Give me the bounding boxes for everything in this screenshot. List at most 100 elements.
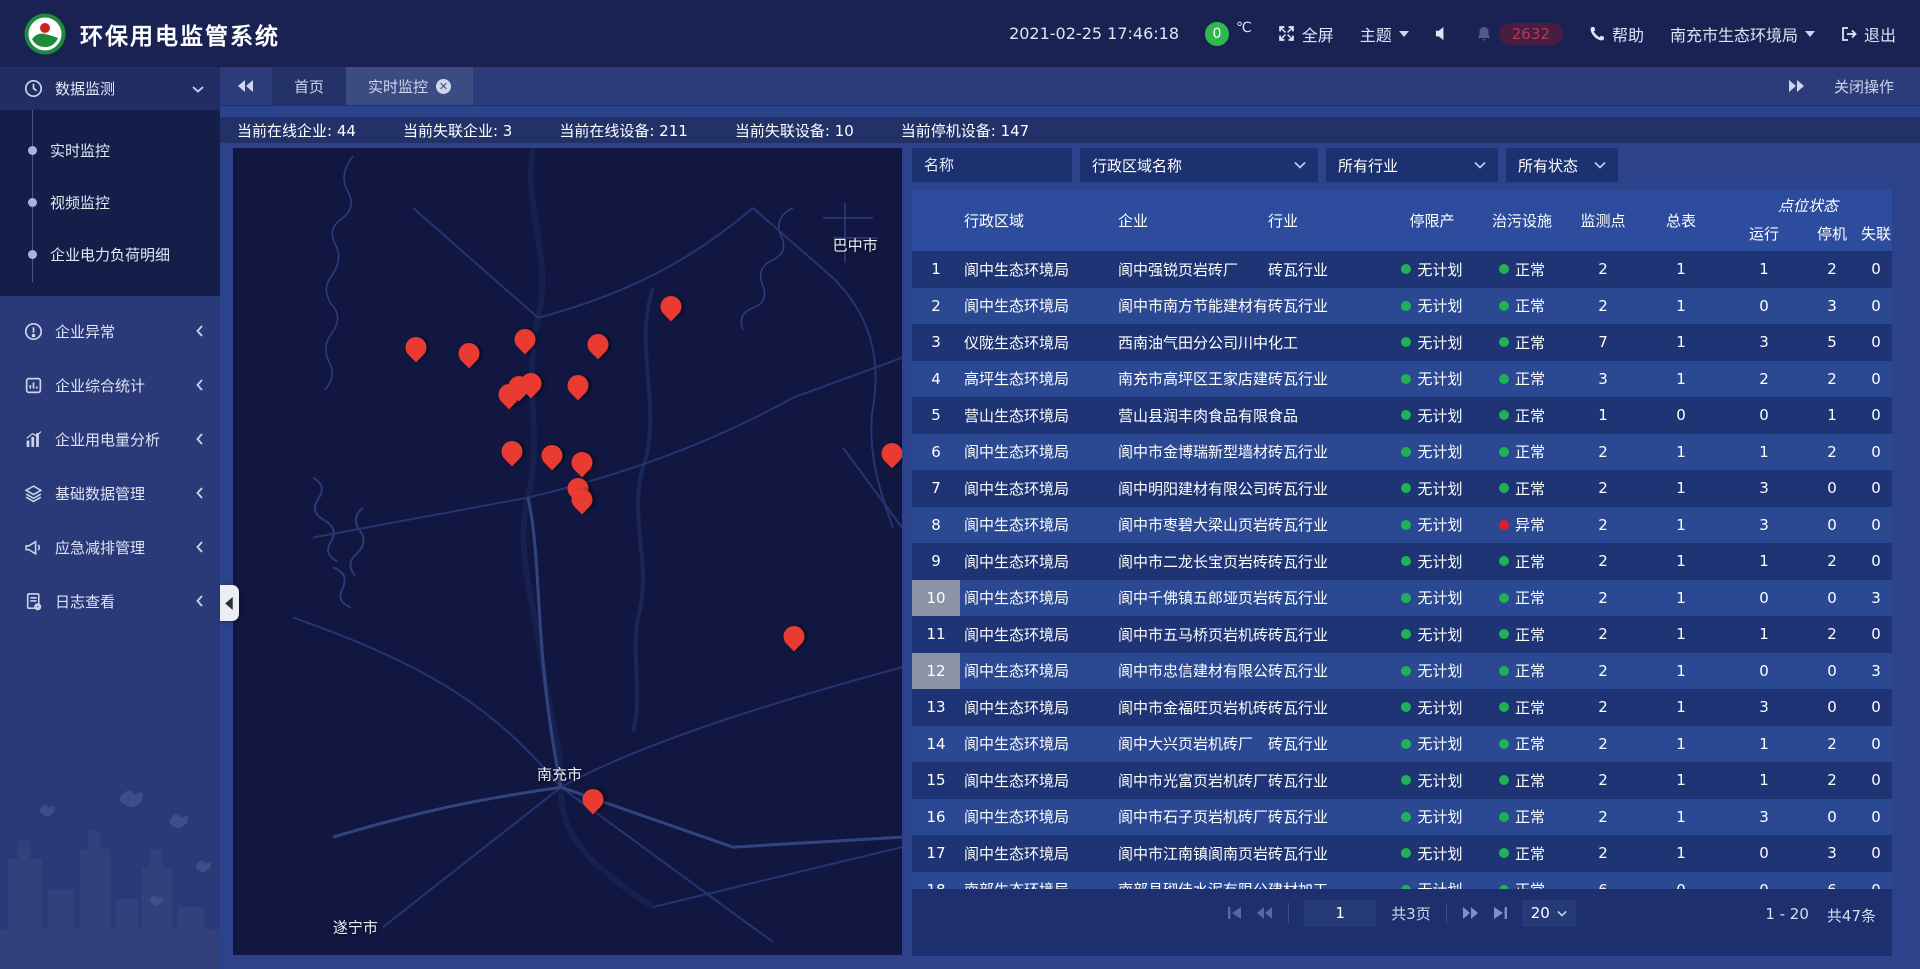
cell-running: 3: [1724, 324, 1804, 361]
close-operations-button[interactable]: 关闭操作: [1834, 76, 1894, 97]
stop-status-dot: [1401, 337, 1411, 347]
sidebar-item-emergency-reduction[interactable]: 应急减排管理: [0, 520, 220, 574]
table-body: 1 阆中生态环境局 阆中强锐页岩砖厂 砖瓦行业 无计划 正常 2 1 1 2 0…: [912, 251, 1892, 889]
facility-status-dot: [1499, 374, 1509, 384]
table-row[interactable]: 16 阆中生态环境局 阆中市石子页岩机砖厂 砖瓦行业 无计划 正常 2 1 3 …: [912, 799, 1892, 836]
cell-region-text: 阆中生态环境局: [964, 441, 1069, 462]
cell-industry-text: 砖瓦行业: [1268, 843, 1328, 864]
volume-button[interactable]: [1435, 26, 1450, 41]
table-row[interactable]: 8 阆中生态环境局 阆中市枣碧大梁山页岩 砖瓦行业 无计划 异常 2 1 3 0…: [912, 507, 1892, 544]
tab-close-icon[interactable]: ✕: [436, 79, 451, 94]
page-size-select[interactable]: 20: [1522, 900, 1576, 927]
table-row[interactable]: 17 阆中生态环境局 阆中市江南镇阆南页岩 砖瓦行业 无计划 正常 2 1 0 …: [912, 835, 1892, 872]
table-row[interactable]: 6 阆中生态环境局 阆中市金博瑞新型墙材 砖瓦行业 无计划 正常 2 1 1 2…: [912, 434, 1892, 471]
stop-status-dot: [1401, 374, 1411, 384]
page-number-input[interactable]: [1304, 900, 1376, 927]
region-filter-select[interactable]: 行政区域名称: [1080, 148, 1318, 182]
cell-points: 2: [1568, 653, 1638, 690]
tab-bar: 首页 实时监控 ✕ 关闭操作: [220, 67, 1920, 106]
prev-page-button[interactable]: [1257, 907, 1273, 919]
table-row[interactable]: 18 南部生态环境局 南部县砌佳水泥有限公 建材加工 无计划 正常 6 0 0 …: [912, 872, 1892, 890]
table-row[interactable]: 3 仪陇生态环境局 西南油气田分公司川中 化工 无计划 正常 7 1 3 5 0: [912, 324, 1892, 361]
app-header: 环保用电监管系统 2021-02-25 17:46:18 0 ℃ 全屏 主题: [0, 0, 1920, 67]
sidebar-item-enterprise-statistics[interactable]: 企业综合统计: [0, 358, 220, 412]
help-button[interactable]: 帮助: [1589, 22, 1644, 46]
sidebar-item-power-consumption-analysis[interactable]: 企业用电量分析: [0, 412, 220, 466]
chevron-left-icon: [196, 487, 204, 499]
cell-region-text: 阆中生态环境局: [964, 843, 1069, 864]
sidebar-item-log-view[interactable]: 日志查看: [0, 574, 220, 628]
cell-points: 2: [1568, 762, 1638, 799]
sidebar-item-data-monitoring[interactable]: 数据监测: [0, 67, 220, 110]
fullscreen-button[interactable]: 全屏: [1278, 22, 1334, 46]
cell-offline: 0: [1860, 616, 1892, 653]
facility-status-dot: [1499, 337, 1509, 347]
cell-facility-label: 正常: [1515, 697, 1545, 718]
col-header-facility: 治污设施: [1476, 190, 1568, 251]
cell-region: 阆中生态环境局: [960, 835, 1118, 872]
user-dropdown[interactable]: 南充市生态环境局: [1670, 22, 1815, 46]
tabs-scroll-left-button[interactable]: [220, 67, 272, 105]
record-total-label: 共47条: [1827, 905, 1876, 926]
table-row[interactable]: 14 阆中生态环境局 阆中大兴页岩机砖厂 砖瓦行业 无计划 正常 2 1 1 2…: [912, 726, 1892, 763]
status-filter-select[interactable]: 所有状态: [1506, 148, 1618, 182]
table-row[interactable]: 7 阆中生态环境局 阆中明阳建材有限公司 砖瓦行业 无计划 正常 2 1 3 0…: [912, 470, 1892, 507]
table-row[interactable]: 9 阆中生态环境局 阆中市二龙长宝页岩砖 砖瓦行业 无计划 正常 2 1 1 2…: [912, 543, 1892, 580]
sidebar-item-enterprise-anomaly[interactable]: 企业异常: [0, 304, 220, 358]
table-row[interactable]: 2 阆中生态环境局 阆中市南方节能建材有 砖瓦行业 无计划 正常 2 1 0 3…: [912, 288, 1892, 325]
logout-button[interactable]: 退出: [1841, 22, 1896, 46]
tabs-scroll-right-button[interactable]: [1788, 80, 1804, 92]
name-filter-input[interactable]: [912, 148, 1072, 182]
first-page-button[interactable]: [1228, 907, 1242, 919]
industry-filter-select[interactable]: 所有行业: [1326, 148, 1498, 182]
cell-stop-status: 无计划: [1388, 434, 1476, 471]
cell-running: 0: [1724, 397, 1804, 434]
cell-stopped: 6: [1804, 872, 1860, 890]
notification-count-badge[interactable]: 2632: [1499, 23, 1563, 45]
sidebar-item-power-load-detail[interactable]: 企业电力负荷明细: [0, 228, 220, 280]
cell-stop-label: 无计划: [1417, 733, 1462, 754]
cell-company-text: 阆中市金福旺页岩机砖: [1118, 697, 1268, 718]
notifications[interactable]: 2632: [1476, 23, 1563, 45]
row-index: 7: [912, 470, 960, 507]
facility-status-dot: [1499, 629, 1509, 639]
cell-industry: 砖瓦行业: [1268, 361, 1388, 398]
map-panel[interactable]: 巴中市南充市遂宁市: [233, 148, 902, 955]
temperature-unit: ℃: [1236, 20, 1252, 36]
cell-facility-status: 正常: [1476, 689, 1568, 726]
tab-home[interactable]: 首页: [272, 67, 346, 105]
table-row[interactable]: 1 阆中生态环境局 阆中强锐页岩砖厂 砖瓦行业 无计划 正常 2 1 1 2 0: [912, 251, 1892, 288]
cell-stop-status: 无计划: [1388, 835, 1476, 872]
cell-offline: 0: [1860, 835, 1892, 872]
cell-region: 高坪生态环境局: [960, 361, 1118, 398]
table-row[interactable]: 15 阆中生态环境局 阆中市光富页岩机砖厂 砖瓦行业 无计划 正常 2 1 1 …: [912, 762, 1892, 799]
table-row[interactable]: 4 高坪生态环境局 南充市高坪区王家店建 砖瓦行业 无计划 正常 3 1 2 2…: [912, 361, 1892, 398]
cell-stop-label: 无计划: [1417, 441, 1462, 462]
table-row[interactable]: 12 阆中生态环境局 阆中市忠信建材有限公 砖瓦行业 无计划 正常 2 1 0 …: [912, 653, 1892, 690]
cell-offline: 0: [1860, 726, 1892, 763]
theme-dropdown[interactable]: 主题: [1360, 22, 1409, 46]
cell-facility-label: 正常: [1515, 332, 1545, 353]
last-page-button[interactable]: [1493, 907, 1507, 919]
cell-industry-text: 砖瓦行业: [1268, 551, 1328, 572]
table-row[interactable]: 5 营山生态环境局 营山县润丰肉食品有限 食品 无计划 正常 1 0 0 1 0: [912, 397, 1892, 434]
cell-stop-status: 无计划: [1388, 324, 1476, 361]
row-index: 6: [912, 434, 960, 471]
cell-running: 0: [1724, 288, 1804, 325]
table-row[interactable]: 11 阆中生态环境局 阆中市五马桥页岩机砖 砖瓦行业 无计划 正常 2 1 1 …: [912, 616, 1892, 653]
sidebar-collapse-handle[interactable]: [220, 585, 239, 621]
table-row[interactable]: 10 阆中生态环境局 阆中千佛镇五郎垭页岩 砖瓦行业 无计划 正常 2 1 0 …: [912, 580, 1892, 617]
sidebar-item-video-monitoring[interactable]: 视频监控: [0, 176, 220, 228]
facility-status-dot: [1499, 702, 1509, 712]
table-row[interactable]: 13 阆中生态环境局 阆中市金福旺页岩机砖 砖瓦行业 无计划 正常 2 1 3 …: [912, 689, 1892, 726]
stat-offline-devices: 当前失联设备: 10: [735, 120, 854, 141]
sidebar-item-realtime-monitoring[interactable]: 实时监控: [0, 124, 220, 176]
row-index: 8: [912, 507, 960, 544]
cell-offline: 3: [1860, 653, 1892, 690]
next-page-button[interactable]: [1462, 907, 1478, 919]
cell-company: 阆中市枣碧大梁山页岩: [1118, 507, 1268, 544]
cell-industry-text: 化工: [1268, 332, 1298, 353]
tab-realtime-monitoring[interactable]: 实时监控 ✕: [346, 67, 473, 105]
sidebar-item-base-data-management[interactable]: 基础数据管理: [0, 466, 220, 520]
cell-running: 3: [1724, 799, 1804, 836]
